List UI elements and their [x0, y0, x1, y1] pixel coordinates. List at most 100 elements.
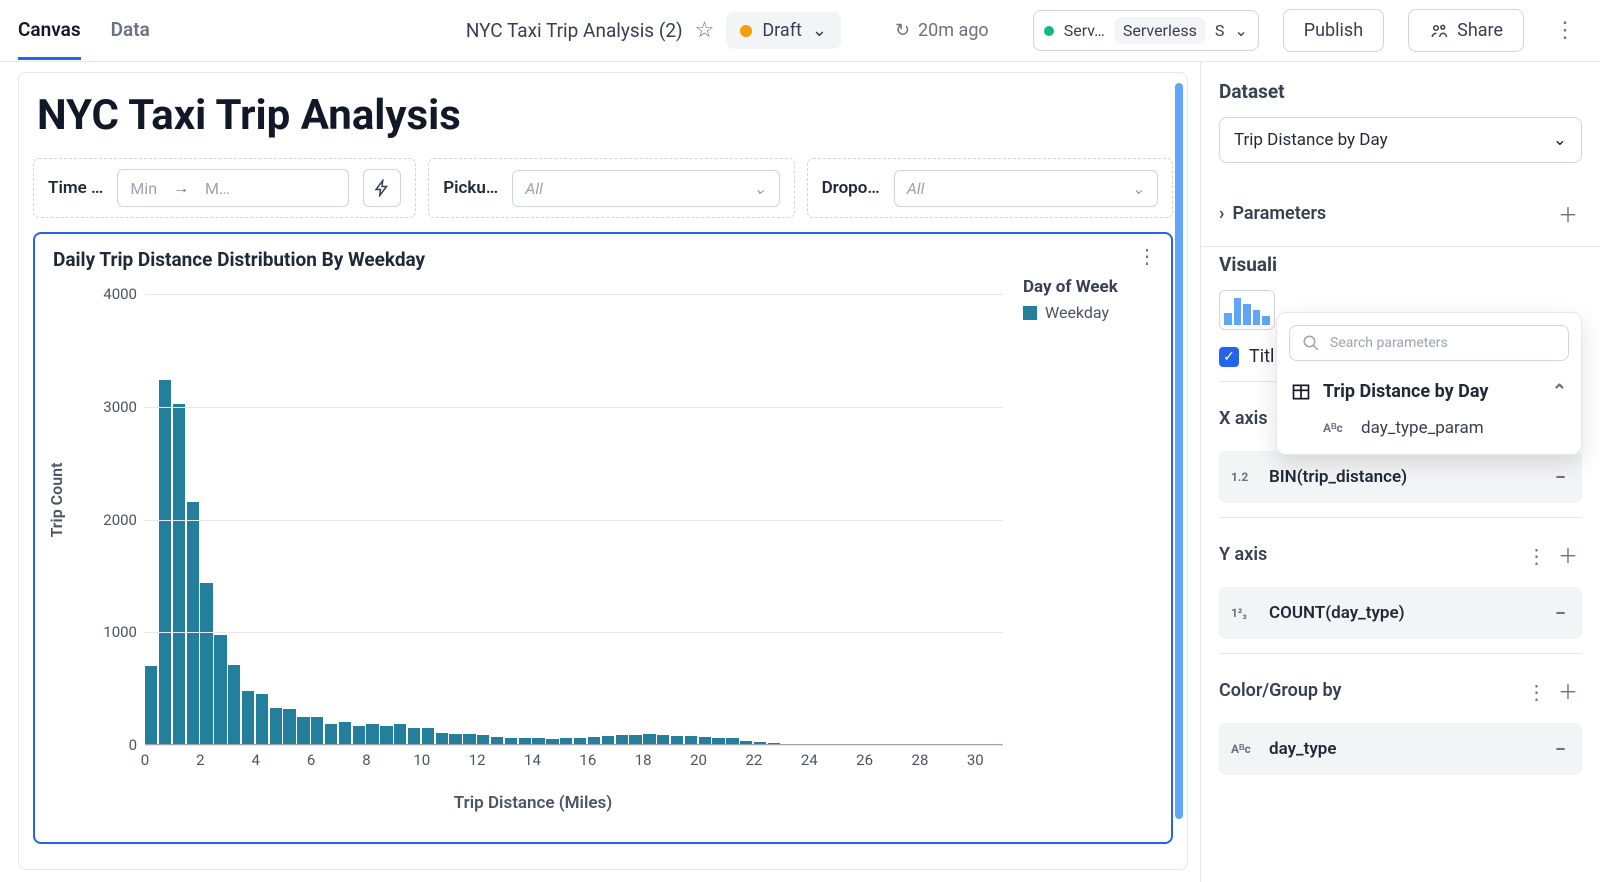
- chart-title: Daily Trip Distance Distribution By Week…: [53, 248, 1153, 271]
- title-checkbox[interactable]: ✓: [1219, 347, 1239, 367]
- view-tabs: Canvas Data: [18, 2, 150, 60]
- doc-title-block: NYC Taxi Trip Analysis (2) ☆ Draft ⌄: [466, 12, 841, 49]
- yaxis-field: COUNT(day_type): [1269, 603, 1405, 623]
- legend-item[interactable]: Weekday: [1023, 303, 1153, 322]
- color-more-icon[interactable]: ⋮: [1523, 676, 1551, 708]
- x-axis: 024681012141618202224262830: [145, 751, 1003, 781]
- bar: [408, 728, 420, 745]
- remove-xaxis-icon[interactable]: −: [1551, 461, 1570, 493]
- x-tick: 2: [196, 751, 204, 769]
- share-button[interactable]: Share: [1408, 9, 1524, 52]
- bar: [283, 709, 295, 745]
- x-tick: 6: [307, 751, 315, 769]
- page-title: NYC Taxi Trip Analysis: [37, 91, 1169, 140]
- remove-yaxis-icon[interactable]: −: [1551, 597, 1570, 629]
- doc-title[interactable]: NYC Taxi Trip Analysis (2): [466, 19, 683, 42]
- tab-canvas[interactable]: Canvas: [18, 18, 81, 60]
- canvas-inner: NYC Taxi Trip Analysis Time … Min → M… P…: [18, 72, 1188, 870]
- dataset-heading: Dataset: [1219, 80, 1582, 103]
- compute-label: Serv…: [1064, 21, 1105, 40]
- x-tick: 20: [690, 751, 707, 769]
- legend-item-label: Weekday: [1045, 303, 1109, 322]
- filter-dropoff-select[interactable]: All ⌄: [894, 170, 1158, 207]
- x-tick: 0: [141, 751, 149, 769]
- y-axis-label: Trip Count: [47, 463, 66, 538]
- chart-legend: Day of Week Weekday: [1013, 277, 1153, 817]
- dataset-icon: [1291, 382, 1311, 402]
- chart-card[interactable]: Daily Trip Distance Distribution By Week…: [33, 232, 1173, 844]
- publish-button[interactable]: Publish: [1283, 9, 1384, 52]
- filter-pickup-select[interactable]: All ⌄: [512, 170, 779, 207]
- chevron-right-icon: ›: [1219, 203, 1224, 224]
- bar: [173, 404, 185, 745]
- bar: [228, 665, 240, 745]
- xaxis-field-chip[interactable]: 1.2 BIN(trip_distance) −: [1219, 451, 1582, 503]
- refresh-label: 20m ago: [918, 20, 989, 41]
- popover-group[interactable]: Trip Distance by Day ⌃: [1289, 375, 1569, 408]
- chevron-down-icon: ⌄: [753, 179, 766, 198]
- bar: [422, 728, 434, 745]
- xaxis-field: BIN(trip_distance): [1269, 467, 1407, 487]
- chart-more-icon[interactable]: ⋮: [1137, 244, 1157, 268]
- num-type-icon: 1.2: [1231, 470, 1257, 484]
- status-pill[interactable]: Draft ⌄: [726, 12, 841, 49]
- plot-area: 01000200030004000: [145, 283, 1003, 745]
- star-icon[interactable]: ☆: [695, 18, 715, 43]
- x-tick: 8: [362, 751, 370, 769]
- chevron-down-icon: ⌄: [1132, 179, 1145, 198]
- range-min: Min: [130, 179, 157, 198]
- x-tick: 18: [635, 751, 652, 769]
- filter-pickup-label: Picku…: [443, 178, 498, 198]
- share-label: Share: [1457, 20, 1503, 41]
- bar: [311, 717, 323, 745]
- y-tick: 3000: [87, 398, 137, 416]
- tab-data[interactable]: Data: [111, 18, 150, 60]
- filter-time-range[interactable]: Min → M…: [117, 169, 349, 207]
- bar: [325, 724, 337, 745]
- share-icon: [1429, 22, 1449, 40]
- filters-row: Time … Min → M… Picku… All ⌄: [33, 158, 1173, 218]
- canvas-scrollbar[interactable]: [1175, 83, 1183, 819]
- x-tick: 4: [251, 751, 259, 769]
- popover-group-label: Trip Distance by Day: [1323, 381, 1488, 402]
- filter-time: Time … Min → M…: [33, 158, 416, 218]
- add-parameter-button[interactable]: ＋: [1554, 195, 1582, 232]
- x-tick: 10: [413, 751, 430, 769]
- string-type-icon: Aᴮc: [1231, 742, 1257, 756]
- parameters-popover: Search parameters Trip Distance by Day ⌃…: [1276, 312, 1582, 455]
- status-dot-icon: [740, 25, 752, 37]
- y-tick: 4000: [87, 285, 137, 303]
- chevron-up-icon: ⌃: [1552, 381, 1567, 402]
- compute-selector[interactable]: Serv… Serverless S ⌄: [1033, 10, 1259, 51]
- count-type-icon: 1²₃: [1231, 606, 1257, 620]
- bar: [187, 502, 199, 745]
- parameter-search-input[interactable]: Search parameters: [1289, 325, 1569, 361]
- filter-dropoff-value: All: [907, 179, 925, 198]
- bar: [297, 717, 309, 745]
- x-tick: 16: [579, 751, 596, 769]
- refresh-indicator[interactable]: ↻ 20m ago: [895, 20, 989, 41]
- parameters-row[interactable]: › Parameters ＋: [1219, 187, 1582, 240]
- bar: [256, 694, 268, 745]
- y-tick: 2000: [87, 511, 137, 529]
- yaxis-add-button[interactable]: ＋: [1554, 540, 1582, 572]
- visualization-thumbnail[interactable]: [1219, 290, 1275, 330]
- parameter-search-placeholder: Search parameters: [1330, 335, 1448, 351]
- bar: [242, 691, 254, 745]
- chevron-down-icon: ⌄: [812, 20, 827, 41]
- yaxis-more-icon[interactable]: ⋮: [1523, 540, 1551, 572]
- color-field-chip[interactable]: Aᴮc day_type −: [1219, 723, 1582, 775]
- filter-time-run-button[interactable]: [363, 169, 401, 207]
- color-add-button[interactable]: ＋: [1554, 676, 1582, 708]
- color-heading: Color/Group by: [1219, 680, 1341, 701]
- side-panel: Dataset Trip Distance by Day ⌄ › Paramet…: [1200, 62, 1600, 882]
- x-axis-line: [145, 744, 1003, 745]
- dataset-select[interactable]: Trip Distance by Day ⌄: [1219, 117, 1582, 163]
- more-menu-icon[interactable]: ⋮: [1548, 18, 1582, 43]
- range-max: M…: [205, 179, 230, 198]
- legend-swatch-icon: [1023, 306, 1037, 320]
- remove-color-icon[interactable]: −: [1551, 733, 1570, 765]
- popover-item[interactable]: Aᴮc day_type_param: [1289, 408, 1569, 442]
- compute-status-icon: [1044, 26, 1054, 36]
- yaxis-field-chip[interactable]: 1²₃ COUNT(day_type) −: [1219, 587, 1582, 639]
